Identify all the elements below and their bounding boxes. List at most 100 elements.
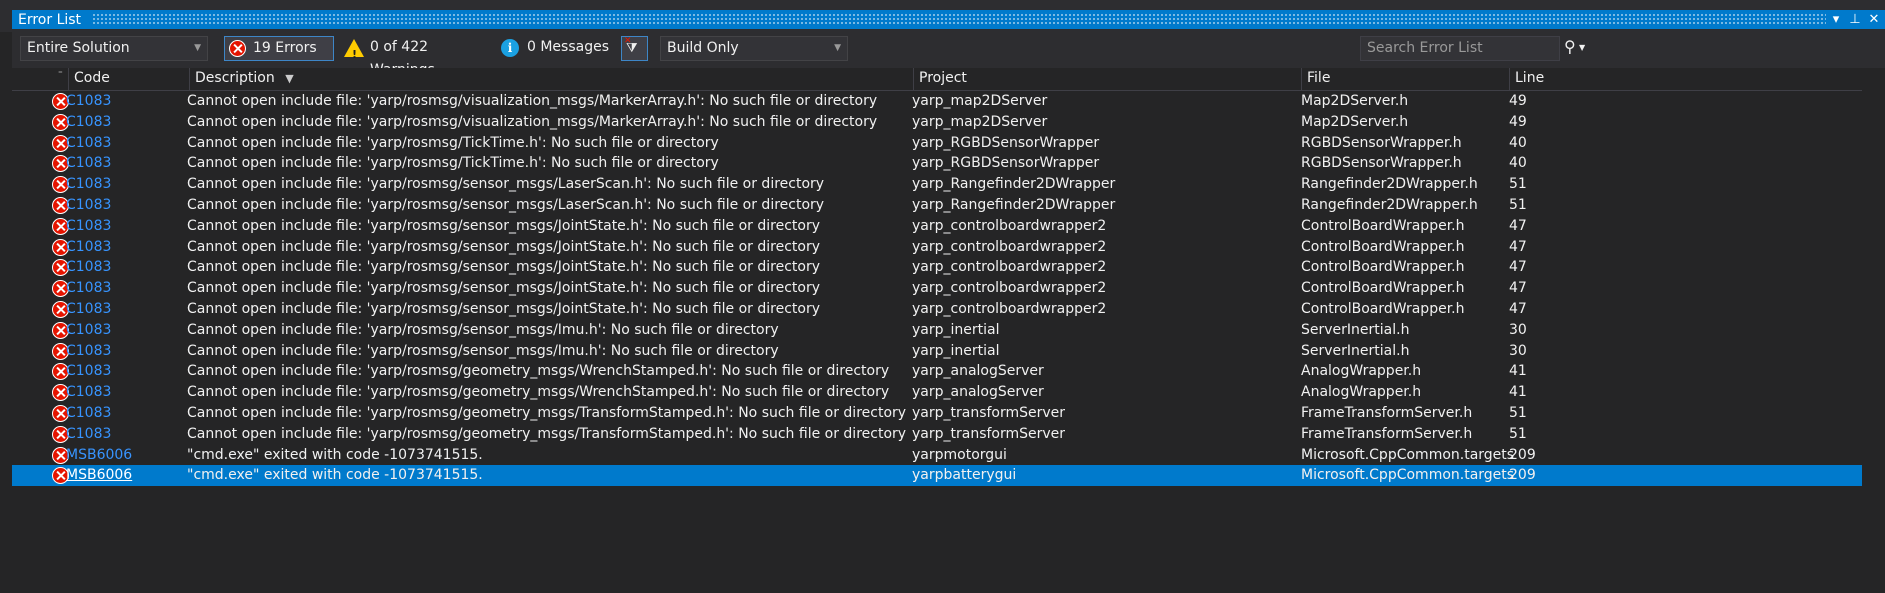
error-file: AnalogWrapper.h <box>1301 384 1422 401</box>
error-code-link[interactable]: C1083 <box>66 403 111 423</box>
error-code-link[interactable]: C1083 <box>66 320 111 340</box>
error-code-link[interactable]: C1083 <box>66 382 111 402</box>
error-description: Cannot open include file: 'yarp/rosmsg/g… <box>187 405 907 421</box>
error-code-link[interactable]: C1083 <box>66 361 111 381</box>
table-row[interactable]: C1083 Cannot open include file: 'yarp/ros… <box>12 174 1862 195</box>
error-project: yarp_controlboardwrapper2 <box>912 238 1107 255</box>
build-filter-value: Build Only <box>667 40 739 56</box>
error-file: Map2DServer.h <box>1301 93 1409 109</box>
messages-filter-button[interactable]: i 0 Messages <box>499 36 611 61</box>
title-bar-active[interactable]: Error List ▾ ⊥ ✕ <box>12 10 1885 29</box>
pin-icon[interactable]: ⊥ <box>1847 10 1863 29</box>
column-header-code[interactable]: Code <box>68 68 189 90</box>
error-list-grid: ⁼ Code Description ▼ Project File Line C… <box>12 68 1885 588</box>
table-row[interactable]: C1083 Cannot open include file: 'yarp/ros… <box>12 257 1862 278</box>
error-code-link[interactable]: C1083 <box>66 216 111 236</box>
error-line: 51 <box>1509 197 1527 213</box>
column-options-icon[interactable]: ⁼ <box>58 70 63 80</box>
table-row[interactable]: C1083 Cannot open include file: 'yarp/ros… <box>12 361 1862 382</box>
filter-x-icon: ✕ <box>624 36 632 46</box>
window-options-icon[interactable]: ▾ <box>1828 10 1844 29</box>
error-file: Rangefinder2DWrapper.h <box>1301 197 1478 213</box>
error-code-link[interactable]: C1083 <box>66 278 111 298</box>
error-code-link[interactable]: C1083 <box>66 153 111 173</box>
table-row[interactable]: C1083 Cannot open include file: 'yarp/ros… <box>12 195 1862 216</box>
drag-grip[interactable] <box>92 13 1826 24</box>
table-row[interactable]: C1083 Cannot open include file: 'yarp/ros… <box>12 278 1862 299</box>
error-description: Cannot open include file: 'yarp/rosmsg/s… <box>187 321 779 338</box>
column-header-line[interactable]: Line <box>1509 68 1547 90</box>
error-file: RGBDSensorWrapper.h <box>1301 155 1462 172</box>
table-row[interactable]: C1083 Cannot open include file: 'yarp/ros… <box>12 403 1862 424</box>
error-file: ControlBoardWrapper.h <box>1301 259 1465 276</box>
error-project: yarp_Rangefinder2DWrapper <box>912 176 1116 193</box>
scope-dropdown[interactable]: Entire Solution ▼ <box>20 36 208 61</box>
error-description: Cannot open include file: 'yarp/rosmsg/g… <box>187 384 890 401</box>
table-row[interactable]: C1083 Cannot open include file: 'yarp/ros… <box>12 153 1862 174</box>
messages-count-label: 0 Messages <box>527 39 610 55</box>
error-code-link[interactable]: MSB6006 <box>66 465 132 485</box>
filter-toggle-button[interactable]: ⧩ ✕ <box>621 36 648 61</box>
column-header-description[interactable]: Description ▼ <box>189 68 913 90</box>
close-icon[interactable]: ✕ <box>1866 10 1882 29</box>
warning-icon: ! <box>344 39 364 61</box>
error-code-link[interactable]: C1083 <box>66 299 111 319</box>
error-line: 209 <box>1509 467 1536 484</box>
error-code-link[interactable]: C1083 <box>66 424 111 444</box>
warnings-filter-button[interactable]: ! 0 of 422 Warnings <box>342 36 492 78</box>
error-code-link[interactable]: C1083 <box>66 341 111 361</box>
error-file: ControlBoardWrapper.h <box>1301 238 1465 255</box>
table-row[interactable]: C1083 Cannot open include file: 'yarp/ros… <box>12 341 1862 362</box>
search-icon[interactable]: ⚲ <box>1564 37 1576 56</box>
error-file: FrameTransformServer.h <box>1301 405 1473 421</box>
error-project: yarp_inertial <box>912 321 1000 338</box>
error-description: Cannot open include file: 'yarp/rosmsg/g… <box>187 363 890 380</box>
search-input[interactable]: Search Error List <box>1360 36 1560 61</box>
column-header-project[interactable]: Project <box>913 68 1301 90</box>
table-row[interactable]: C1083 Cannot open include file: 'yarp/ros… <box>12 91 1862 112</box>
table-row[interactable]: C1083 Cannot open include file: 'yarp/ros… <box>12 133 1862 154</box>
table-row[interactable]: C1083 Cannot open include file: 'yarp/ros… <box>12 299 1862 320</box>
error-project: yarp_controlboardwrapper2 <box>912 259 1107 276</box>
build-filter-dropdown[interactable]: Build Only ▼ <box>660 36 848 61</box>
error-description: Cannot open include file: 'yarp/rosmsg/s… <box>187 259 820 276</box>
table-row[interactable]: C1083 Cannot open include file: 'yarp/ros… <box>12 216 1862 237</box>
error-description: Cannot open include file: 'yarp/rosmsg/T… <box>187 155 719 172</box>
error-description: Cannot open include file: 'yarp/rosmsg/v… <box>187 93 878 109</box>
table-row[interactable]: C1083 Cannot open include file: 'yarp/ros… <box>12 382 1862 403</box>
error-code-link[interactable]: C1083 <box>66 91 111 111</box>
table-row[interactable]: C1083 Cannot open include file: 'yarp/ros… <box>12 112 1862 133</box>
error-description: Cannot open include file: 'yarp/rosmsg/T… <box>187 134 719 151</box>
error-code-link[interactable]: C1083 <box>66 133 111 153</box>
error-project: yarp_transformServer <box>912 425 1066 442</box>
column-header-file[interactable]: File <box>1301 68 1509 90</box>
search-placeholder: Search Error List <box>1367 40 1483 56</box>
error-description: Cannot open include file: 'yarp/rosmsg/s… <box>187 280 820 297</box>
table-row[interactable]: C1083 Cannot open include file: 'yarp/ros… <box>12 237 1862 258</box>
error-project: yarp_transformServer <box>912 405 1066 421</box>
error-code-link[interactable]: MSB6006 <box>66 445 132 465</box>
error-description: "cmd.exe" exited with code -1073741515. <box>187 446 483 463</box>
error-code-link[interactable]: C1083 <box>66 174 111 194</box>
error-code-link[interactable]: C1083 <box>66 195 111 215</box>
error-icon <box>229 40 246 57</box>
error-project: yarp_Rangefinder2DWrapper <box>912 197 1116 213</box>
vertical-scrollbar[interactable] <box>1862 68 1885 588</box>
search-options-icon[interactable]: ▼ <box>1579 43 1585 52</box>
error-project: yarp_controlboardwrapper2 <box>912 301 1107 317</box>
table-row[interactable]: C1083 Cannot open include file: 'yarp/ros… <box>12 424 1862 445</box>
error-code-link[interactable]: C1083 <box>66 112 111 132</box>
error-description: Cannot open include file: 'yarp/rosmsg/s… <box>187 342 779 359</box>
error-description: Cannot open include file: 'yarp/rosmsg/s… <box>187 197 825 213</box>
errors-filter-button[interactable]: 19 Errors <box>224 36 334 61</box>
table-row[interactable]: MSB6006 "cmd.exe" exited with code -10737… <box>12 445 1862 466</box>
error-code-link[interactable]: C1083 <box>66 237 111 257</box>
error-file: ServerInertial.h <box>1301 342 1410 359</box>
table-row[interactable]: C1083 Cannot open include file: 'yarp/ros… <box>12 320 1862 341</box>
error-project: yarp_analogServer <box>912 384 1044 401</box>
error-code-link[interactable]: C1083 <box>66 257 111 277</box>
error-project: yarp_map2DServer <box>912 113 1048 130</box>
table-row[interactable]: MSB6006 "cmd.exe" exited with code -10737… <box>12 465 1862 487</box>
error-line: 47 <box>1509 217 1527 234</box>
error-line: 30 <box>1509 342 1527 359</box>
